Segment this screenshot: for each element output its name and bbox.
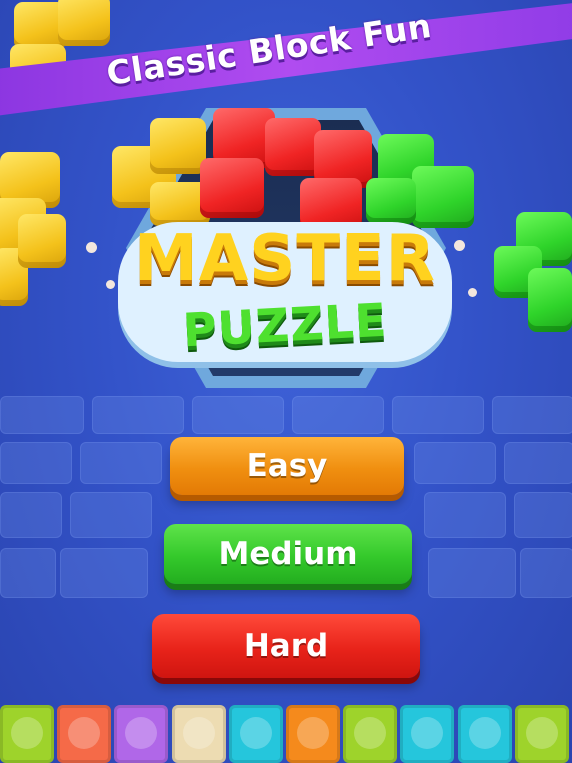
grid-tile: [192, 396, 284, 434]
bottom-tile: [400, 705, 455, 763]
bottom-tile-row: [0, 705, 572, 763]
grid-tile: [0, 492, 62, 538]
grid-tile: [514, 492, 572, 538]
logo-title-master: MASTER: [134, 222, 436, 296]
bottom-tile: [171, 705, 226, 763]
green-block: [412, 166, 474, 228]
sparkle-dot: [86, 242, 97, 253]
grid-tile: [0, 442, 72, 484]
banner-title: Classic Block Fun: [103, 5, 435, 94]
sparkle-dot: [468, 288, 477, 297]
yellow-block: [58, 0, 110, 46]
easy-button[interactable]: Easy: [170, 437, 404, 495]
medium-button[interactable]: Medium: [164, 524, 412, 584]
red-block: [200, 158, 264, 218]
bottom-tile: [514, 705, 569, 763]
grid-tile: [392, 396, 484, 434]
grid-tile: [60, 548, 148, 598]
grid-tile: [80, 442, 162, 484]
bottom-tile: [57, 705, 112, 763]
grid-tile: [92, 396, 184, 434]
bottom-tile: [457, 705, 512, 763]
grid-tile: [0, 396, 84, 434]
grid-tile: [292, 396, 384, 434]
bottom-tile: [0, 705, 54, 763]
green-block: [366, 178, 416, 224]
hard-button[interactable]: Hard: [152, 614, 420, 678]
grid-tile: [70, 492, 152, 538]
green-block: [528, 268, 572, 332]
yellow-block: [18, 214, 66, 268]
grid-tile: [520, 548, 572, 598]
grid-tile: [424, 492, 506, 538]
grid-tile: [414, 442, 496, 484]
bottom-tile: [228, 705, 283, 763]
grid-tile: [0, 548, 56, 598]
bottom-tile: [286, 705, 340, 763]
grid-tile: [492, 396, 572, 434]
grid-tile: [428, 548, 516, 598]
grid-tile: [504, 442, 572, 484]
yellow-block: [150, 118, 206, 174]
red-block: [265, 118, 321, 176]
bottom-tile: [114, 705, 169, 763]
sparkle-dot: [106, 280, 115, 289]
bottom-tile: [343, 705, 398, 763]
sparkle-dot: [454, 240, 465, 251]
